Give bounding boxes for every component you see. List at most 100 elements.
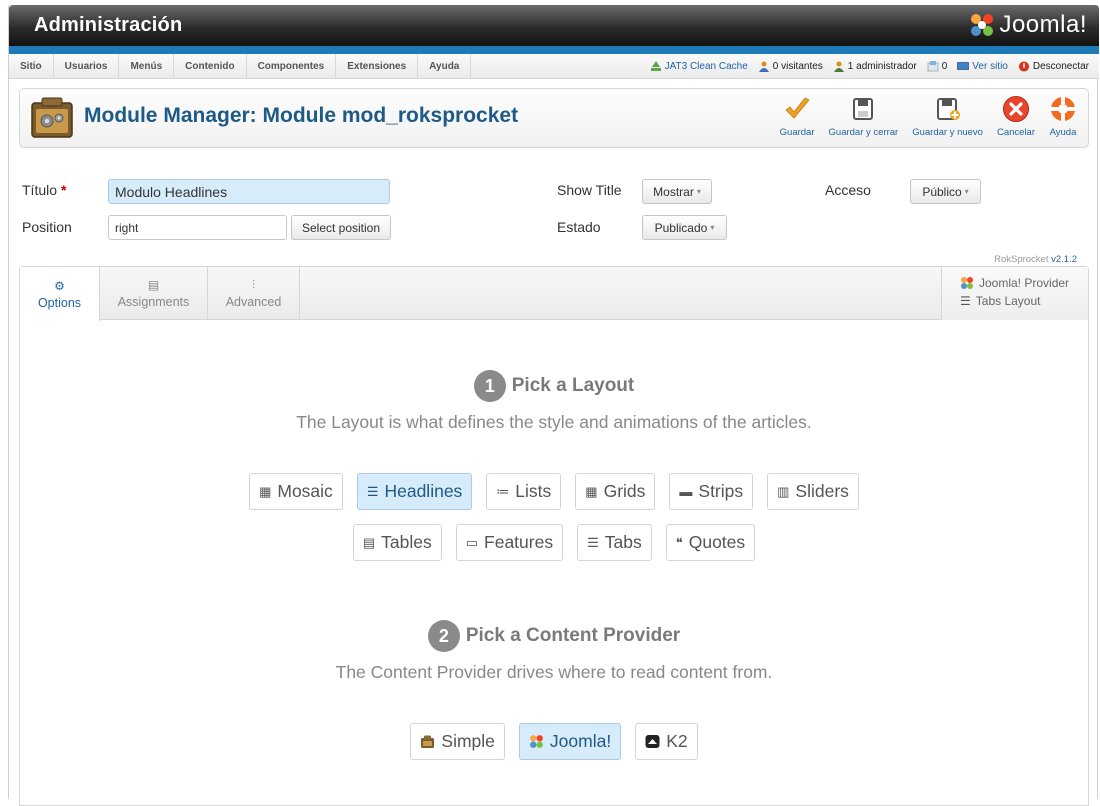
toolbar-box: Module Manager: Module mod_roksprocket G… xyxy=(19,88,1089,148)
save-new-icon xyxy=(936,98,960,120)
provider-summary-provider: Joomla! Provider xyxy=(960,274,1088,292)
provider-option-joomla[interactable]: Joomla! xyxy=(518,723,622,760)
simple-provider-icon xyxy=(421,735,435,748)
select-position-button[interactable]: Select position xyxy=(291,215,391,240)
provider-options-row: Simple Joomla! K2 xyxy=(20,723,1088,760)
save-new-label: Guardar y nuevo xyxy=(912,127,983,138)
layout-option-tables[interactable]: ▤ Tables xyxy=(352,524,442,561)
admins-count: 1 administrador xyxy=(833,61,917,72)
acceso-select[interactable]: Público ▾ xyxy=(910,179,981,204)
provider-option-label: Simple xyxy=(441,731,495,751)
tables-icon: ▤ xyxy=(362,534,376,550)
layout-option-strips[interactable]: ▬ Strips xyxy=(669,473,754,510)
provider-summary-layout-label: Tabs Layout xyxy=(975,294,1041,308)
provider-section-title: Pick a Content Provider xyxy=(465,625,681,646)
step-number-2: 2 xyxy=(427,620,460,652)
admin-header: Administración Joomla! xyxy=(9,5,1099,46)
acceso-value: Público xyxy=(922,184,962,199)
layout-option-mosaic[interactable]: ▦ Mosaic xyxy=(249,473,343,510)
module-manager-icon xyxy=(31,97,73,138)
visitors-icon xyxy=(758,61,769,72)
menu-item-extensiones[interactable]: Extensiones xyxy=(336,54,419,79)
show-title-select[interactable]: Mostrar ▾ xyxy=(642,179,712,204)
recycle-icon xyxy=(650,61,661,71)
provider-section-heading: 2 Pick a Content Provider xyxy=(20,620,1088,652)
show-title-label: Show Title xyxy=(557,182,622,198)
acceso-label: Acceso xyxy=(825,182,871,198)
joomla-logo[interactable]: Joomla! xyxy=(969,11,1087,39)
layout-section-title: Pick a Layout xyxy=(511,375,635,396)
menu-item-ayuda[interactable]: Ayuda xyxy=(418,54,472,79)
tab-assignments[interactable]: ▤ Assignments xyxy=(100,267,208,320)
messages-count[interactable]: 0 xyxy=(927,61,948,72)
layout-option-quotes[interactable]: ❝ Quotes xyxy=(665,524,756,561)
layout-option-grids[interactable]: ▦ Grids xyxy=(575,473,656,510)
tab-bar: ⚙ Options ▤ Assignments ⫶ Advanced Jooml… xyxy=(20,267,1088,321)
title-field-label: Título * xyxy=(22,182,66,198)
messages-label: 0 xyxy=(941,61,948,72)
position-input[interactable] xyxy=(108,215,287,240)
layout-option-lists[interactable]: ≔ Lists xyxy=(486,473,562,510)
features-icon: ▭ xyxy=(465,534,479,550)
menu-item-sitio[interactable]: Sitio xyxy=(9,54,54,79)
save-close-label: Guardar y cerrar xyxy=(828,127,899,138)
layout-option-label: Headlines xyxy=(384,481,463,501)
chevron-down-icon: ▾ xyxy=(964,187,969,196)
tab-advanced-label: Advanced xyxy=(225,295,282,309)
show-title-value: Mostrar xyxy=(653,184,694,199)
page-title: Module Manager: Module mod_roksprocket xyxy=(84,104,519,127)
provider-option-label: Joomla! xyxy=(549,731,612,751)
layout-option-tabs[interactable]: ☰ Tabs xyxy=(577,524,652,561)
assignments-icon: ▤ xyxy=(147,278,160,292)
check-icon xyxy=(785,97,810,119)
help-icon xyxy=(1051,97,1075,121)
messages-icon xyxy=(927,61,939,72)
save-close-button[interactable]: Guardar y cerrar xyxy=(822,95,906,138)
joomla-logo-icon xyxy=(971,14,994,36)
k2-icon xyxy=(645,735,660,748)
logout-icon xyxy=(1018,61,1029,72)
main-menu: Sitio Usuarios Menús Contenido Component… xyxy=(9,54,472,79)
help-button[interactable]: Ayuda xyxy=(1042,95,1084,138)
mosaic-icon: ▦ xyxy=(259,483,272,499)
admin-title: Administración xyxy=(34,14,183,36)
module-options-panel: ⚙ Options ▤ Assignments ⫶ Advanced Jooml… xyxy=(19,266,1089,806)
cancel-button[interactable]: Cancelar xyxy=(990,95,1042,138)
save-label: Guardar xyxy=(779,127,815,138)
main-menu-bar: Sitio Usuarios Menús Contenido Component… xyxy=(9,54,1099,79)
menu-item-menus[interactable]: Menús xyxy=(119,54,175,79)
layout-option-label: Quotes xyxy=(688,532,746,552)
view-site-link[interactable]: Ver sitio xyxy=(957,61,1008,72)
title-label-text: Título xyxy=(22,182,58,198)
layout-options-row-2: ▤ Tables ▭ Features ☰ Tabs ❝ Quotes xyxy=(20,524,1088,561)
position-label: Position xyxy=(22,219,72,235)
sliders-layout-icon: ▥ xyxy=(777,483,790,499)
title-input[interactable] xyxy=(108,179,390,204)
menu-item-componentes[interactable]: Componentes xyxy=(247,54,337,79)
layout-option-features[interactable]: ▭ Features xyxy=(455,524,564,561)
strips-icon: ▬ xyxy=(679,484,693,499)
quotes-icon: ❝ xyxy=(675,534,683,550)
tab-options[interactable]: ⚙ Options xyxy=(20,267,100,321)
layout-option-label: Features xyxy=(484,532,554,552)
clean-cache-link[interactable]: JAT3 Clean Cache xyxy=(650,61,748,72)
layout-option-label: Grids xyxy=(603,481,646,501)
provider-option-simple[interactable]: Simple xyxy=(410,723,505,760)
help-label: Ayuda xyxy=(1049,127,1077,138)
logout-link[interactable]: Desconectar xyxy=(1018,61,1089,72)
layout-option-label: Tabs xyxy=(604,532,642,552)
layout-option-label: Tables xyxy=(381,532,432,552)
step-number-1: 1 xyxy=(473,370,506,402)
save-button[interactable]: Guardar xyxy=(773,95,822,138)
layout-option-sliders[interactable]: ▥ Sliders xyxy=(767,473,859,510)
save-new-button[interactable]: Guardar y nuevo xyxy=(905,95,990,138)
layout-section-description: The Layout is what defines the style and… xyxy=(296,412,812,432)
tab-advanced[interactable]: ⫶ Advanced xyxy=(208,267,300,320)
sliders-icon: ⫶ xyxy=(251,278,255,292)
estado-select[interactable]: Publicado ▾ xyxy=(642,215,727,240)
provider-option-k2[interactable]: K2 xyxy=(635,723,698,760)
version-number[interactable]: v2.1.2 xyxy=(1051,254,1077,265)
menu-item-contenido[interactable]: Contenido xyxy=(174,54,247,79)
menu-item-usuarios[interactable]: Usuarios xyxy=(54,54,120,79)
layout-option-headlines[interactable]: ☰ Headlines xyxy=(356,473,473,510)
